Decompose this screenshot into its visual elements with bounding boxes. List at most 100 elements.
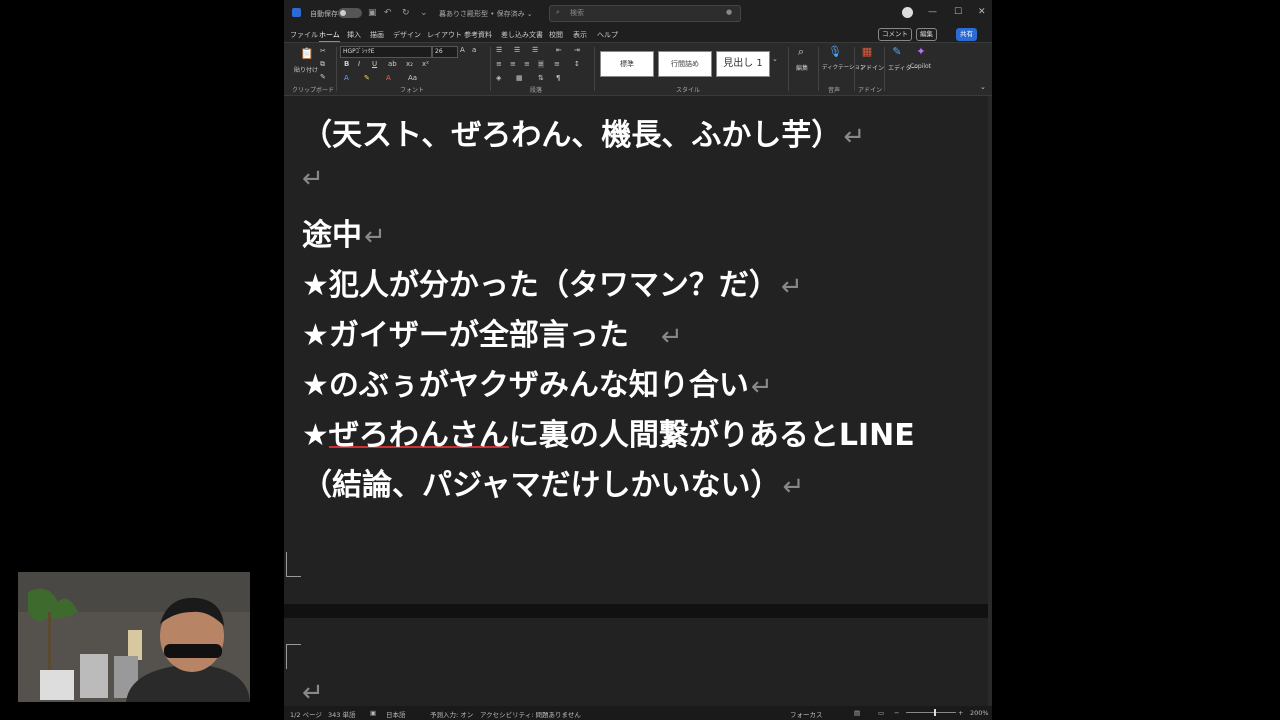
style-no-spacing[interactable]: 行間詰め (658, 51, 712, 77)
bullets-icon[interactable]: ☰ (496, 46, 502, 54)
comment-button[interactable]: コメント (878, 28, 912, 41)
numbering-icon[interactable]: ☰ (514, 46, 520, 54)
tab-mailings[interactable]: 差し込み文書 (501, 30, 543, 40)
share-button[interactable]: 共有 (956, 28, 977, 41)
microphone-icon[interactable]: ● (726, 8, 732, 16)
doc-line-7[interactable]: ★ぜろわんさんに裏の人間繋がりあるとLINE (302, 410, 915, 454)
text-predictions[interactable]: 予測入力: オン (430, 709, 473, 719)
tab-layout[interactable]: レイアウト (427, 30, 462, 40)
tab-insert[interactable]: 挿入 (347, 30, 361, 40)
increase-indent-icon[interactable]: ⇥ (574, 46, 580, 54)
shading-icon[interactable]: ◈ (496, 74, 501, 82)
font-size-select[interactable]: 26 (432, 46, 458, 58)
grow-font-icon[interactable]: A (460, 46, 465, 54)
tab-view[interactable]: 表示 (573, 30, 587, 40)
undo-icon[interactable]: ↶ (384, 8, 392, 18)
doc-line-6[interactable]: ★のぶぅがヤクザみんな知り合い↵ (302, 360, 773, 404)
find-icon[interactable]: ⌕ (794, 45, 808, 59)
doc-line-3[interactable]: 途中↵ (302, 210, 386, 254)
doc-line-1[interactable]: （天スト、ぜろわん、機長、ふかし芋）↵ (302, 110, 865, 154)
tab-draw[interactable]: 描画 (370, 30, 384, 40)
autosave-toggle[interactable] (338, 8, 362, 18)
tab-review[interactable]: 校閲 (549, 30, 563, 40)
superscript-icon[interactable]: x² (422, 60, 429, 68)
web-layout-icon[interactable]: ▭ (878, 709, 884, 717)
align-center-icon[interactable]: ≡ (510, 60, 516, 68)
tab-file[interactable]: ファイル (290, 30, 318, 40)
zoom-level[interactable]: 200% (970, 709, 989, 717)
show-marks-icon[interactable]: ¶ (556, 74, 560, 82)
multilevel-list-icon[interactable]: ☰ (532, 46, 538, 54)
format-painter-icon[interactable]: ✎ (320, 73, 326, 81)
tab-help[interactable]: ヘルプ (597, 30, 618, 40)
line-spacing-icon[interactable]: ↕ (574, 60, 580, 68)
customize-qat-icon[interactable]: ⌄ (420, 8, 428, 18)
redo-icon[interactable]: ↻ (402, 8, 410, 18)
shrink-font-icon[interactable]: a (472, 46, 476, 54)
collapse-ribbon-icon[interactable]: ⌄ (980, 83, 986, 91)
document-page-2[interactable]: ↵ (284, 618, 988, 709)
edit-group-label[interactable]: 編集 (796, 63, 808, 72)
tab-design[interactable]: デザイン (393, 30, 421, 40)
font-color-icon[interactable]: A (386, 74, 391, 82)
doc-line-2[interactable]: ↵ (302, 160, 324, 195)
doc-line-8[interactable]: （結論、パジャマだけしかいない）↵ (302, 460, 804, 504)
align-right-icon[interactable]: ≡ (524, 60, 530, 68)
strikethrough-icon[interactable]: ab (388, 60, 397, 68)
font-name-select[interactable]: HGPｺﾞｼｯｸE (340, 46, 432, 58)
doc-page2-line-1[interactable]: ↵ (302, 674, 324, 709)
highlight-icon[interactable]: ✎ (364, 74, 370, 82)
document-page[interactable]: （天スト、ぜろわん、機長、ふかし芋）↵ ↵ 途中↵ ★犯人が分かった（タワマン？… (284, 96, 988, 604)
justify-icon[interactable]: ≡ (538, 60, 544, 68)
addins-label[interactable]: アドイン (860, 63, 884, 72)
italic-icon[interactable]: I (358, 60, 360, 68)
styles-more-icon[interactable]: ⌄ (772, 55, 778, 63)
accessibility-status[interactable]: アクセシビリティ: 問題ありません (480, 709, 581, 719)
zoom-slider[interactable] (906, 712, 956, 713)
decrease-indent-icon[interactable]: ⇤ (556, 46, 562, 54)
zoom-in-icon[interactable]: + (958, 709, 963, 717)
spelling-flagged-text[interactable]: ぜろわんさん (329, 418, 509, 453)
cut-icon[interactable]: ✂ (320, 47, 326, 55)
zoom-out-icon[interactable]: − (894, 709, 899, 717)
minimize-button[interactable]: — (928, 7, 937, 17)
doc-line-5[interactable]: ★ガイザーが全部言った ↵ (302, 310, 683, 354)
editor-icon[interactable]: ✎ (890, 45, 904, 59)
text-effects-icon[interactable]: A (344, 74, 349, 82)
print-layout-icon[interactable]: ▤ (854, 709, 860, 717)
distributed-icon[interactable]: ≡ (554, 60, 560, 68)
copilot-icon[interactable]: ✦ (914, 45, 928, 59)
vertical-scrollbar[interactable] (988, 96, 992, 706)
page-count[interactable]: 1/2 ページ (290, 709, 322, 719)
focus-mode[interactable]: フォーカス (790, 709, 823, 719)
style-heading1[interactable]: 見出し 1 (716, 51, 770, 77)
align-left-icon[interactable]: ≡ (496, 60, 502, 68)
close-button[interactable]: ✕ (978, 7, 986, 17)
change-case-icon[interactable]: Aa (408, 74, 417, 82)
subscript-icon[interactable]: x₂ (406, 60, 413, 68)
zoom-slider-thumb[interactable] (934, 709, 936, 716)
dictate-icon[interactable]: 🎙 (828, 45, 842, 59)
bold-icon[interactable]: B (344, 60, 349, 68)
addins-icon[interactable]: ▦ (860, 45, 874, 59)
underline-icon[interactable]: U (372, 60, 377, 68)
paste-label[interactable]: 貼り付け (294, 65, 318, 74)
language-indicator[interactable]: 日本語 (386, 709, 406, 719)
save-icon[interactable]: ▣ (368, 8, 377, 18)
borders-icon[interactable]: ▦ (516, 74, 523, 82)
proofing-icon[interactable]: ▣ (370, 709, 376, 717)
copilot-label[interactable]: Copilot (910, 63, 931, 70)
dictate-label[interactable]: ディクテーション (822, 63, 866, 71)
edit-mode-button[interactable]: 編集 (916, 28, 937, 41)
document-title[interactable]: 暮ありさ殿形型 • 保存済み ⌄ (439, 9, 533, 19)
copy-icon[interactable]: ⧉ (320, 60, 325, 69)
style-normal[interactable]: 標準 (600, 51, 654, 77)
tab-references[interactable]: 参考資料 (464, 30, 492, 40)
doc-line-4[interactable]: ★犯人が分かった（タワマン？だ）↵ (302, 260, 803, 304)
sort-icon[interactable]: ⇅ (538, 74, 544, 82)
maximize-button[interactable]: ☐ (954, 7, 962, 17)
account-avatar[interactable] (902, 7, 913, 18)
word-count[interactable]: 343 単語 (328, 709, 355, 719)
paste-icon[interactable]: 📋 (300, 47, 314, 61)
search-box[interactable]: ⌕ 検索 ● (549, 5, 741, 22)
